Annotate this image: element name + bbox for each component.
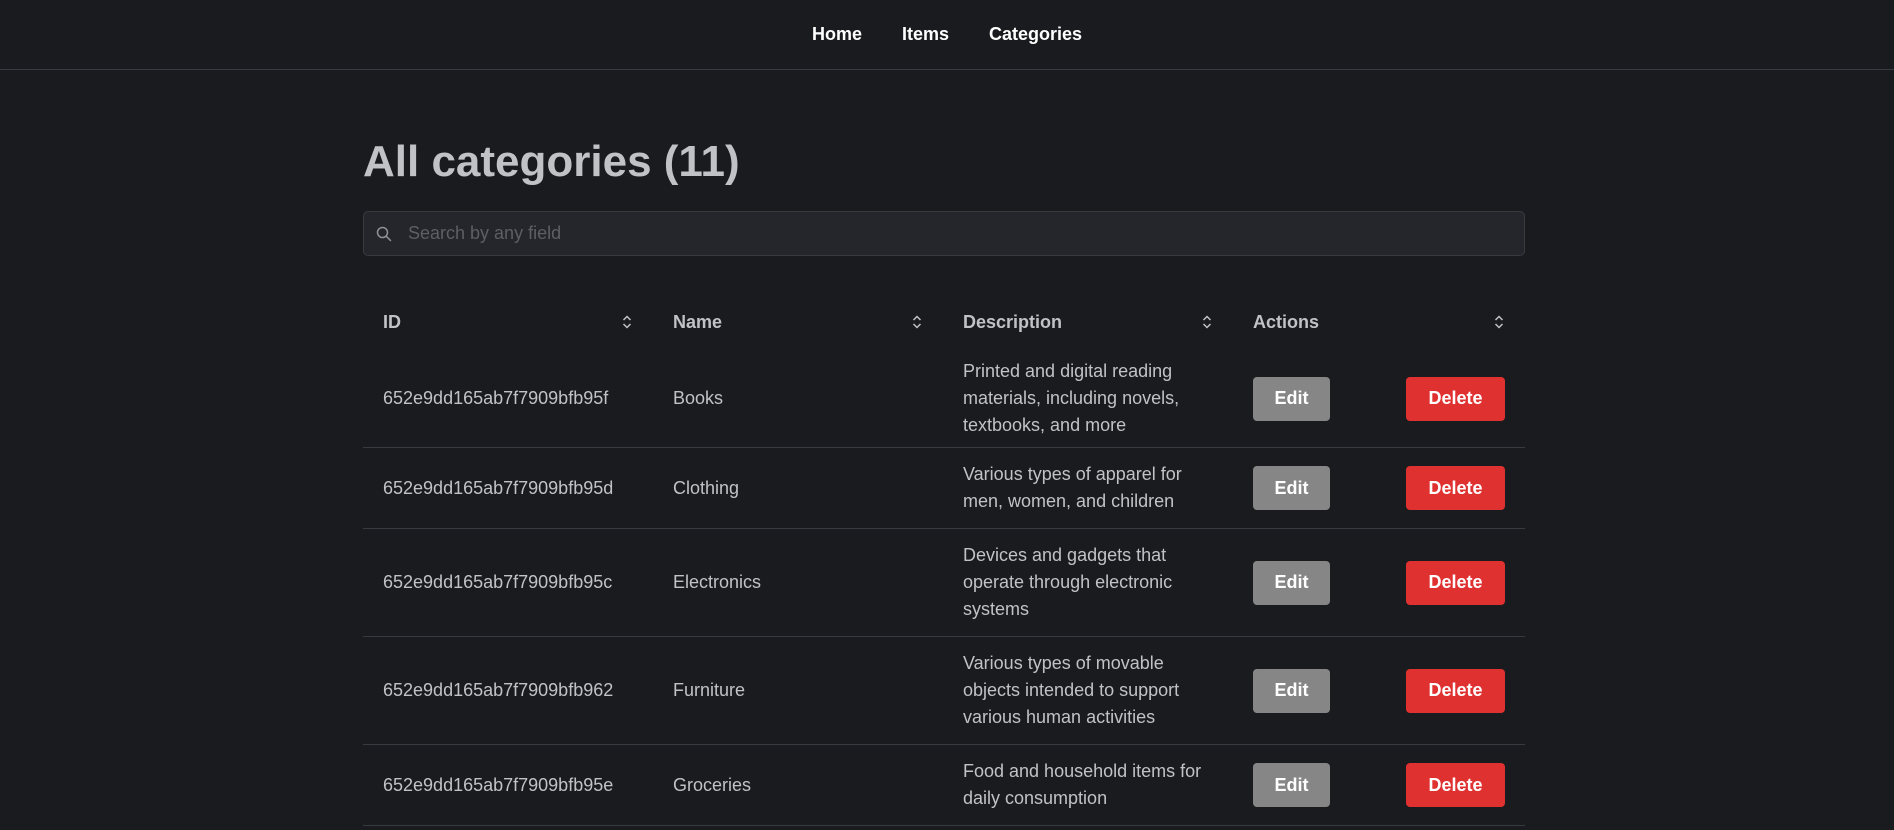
categories-table: ID Name Description Actions 652e9dd165ab… xyxy=(363,294,1525,826)
cell-name: Furniture xyxy=(653,636,943,745)
column-header-description[interactable]: Description xyxy=(943,294,1233,350)
main-nav: Home Items Categories xyxy=(812,24,1082,45)
cell-actions: Edit Delete xyxy=(1233,636,1525,745)
cell-description: Printed and digital reading materials, i… xyxy=(943,350,1233,448)
column-header-label: ID xyxy=(383,311,401,332)
top-navbar: Home Items Categories xyxy=(0,0,1894,70)
edit-button[interactable]: Edit xyxy=(1253,763,1330,807)
delete-button[interactable]: Delete xyxy=(1406,560,1505,605)
cell-name: Books xyxy=(653,350,943,448)
column-header-label: Actions xyxy=(1253,311,1320,332)
column-header-name[interactable]: Name xyxy=(653,294,943,350)
nav-link-home[interactable]: Home xyxy=(812,24,862,45)
table-row: 652e9dd165ab7f7909bfb95d Clothing Variou… xyxy=(363,447,1525,529)
delete-button[interactable]: Delete xyxy=(1406,668,1505,713)
cell-description: Devices and gadgets that operate through… xyxy=(943,528,1233,637)
cell-actions: Edit Delete xyxy=(1233,447,1525,529)
table-row: 652e9dd165ab7f7909bfb95f Books Printed a… xyxy=(363,350,1525,448)
cell-actions: Edit Delete xyxy=(1233,528,1525,637)
cell-description: Various types of movable objects intende… xyxy=(943,636,1233,745)
table-row: 652e9dd165ab7f7909bfb95c Electronics Dev… xyxy=(363,528,1525,637)
edit-button[interactable]: Edit xyxy=(1253,560,1330,605)
sort-icon[interactable] xyxy=(911,314,923,330)
cell-name: Electronics xyxy=(653,528,943,637)
table-row: 652e9dd165ab7f7909bfb95e Groceries Food … xyxy=(363,744,1525,826)
cell-name: Groceries xyxy=(653,744,943,826)
search-box xyxy=(363,211,1525,256)
nav-link-categories[interactable]: Categories xyxy=(989,24,1082,45)
cell-id: 652e9dd165ab7f7909bfb95e xyxy=(363,744,653,826)
cell-id: 652e9dd165ab7f7909bfb95d xyxy=(363,447,653,529)
column-header-actions[interactable]: Actions xyxy=(1233,294,1525,350)
column-header-id[interactable]: ID xyxy=(363,294,653,350)
edit-button[interactable]: Edit xyxy=(1253,668,1330,713)
delete-button[interactable]: Delete xyxy=(1406,763,1505,807)
edit-button[interactable]: Edit xyxy=(1253,376,1330,421)
table-row: 652e9dd165ab7f7909bfb962 Furniture Vario… xyxy=(363,636,1525,745)
main-content: All categories (11) ID xyxy=(363,70,1525,826)
cell-id: 652e9dd165ab7f7909bfb95f xyxy=(363,350,653,448)
sort-icon[interactable] xyxy=(1493,314,1505,330)
delete-button[interactable]: Delete xyxy=(1406,466,1505,510)
page-title: All categories (11) xyxy=(363,137,740,186)
cell-name: Clothing xyxy=(653,447,943,529)
search-icon xyxy=(376,224,396,244)
cell-id: 652e9dd165ab7f7909bfb962 xyxy=(363,636,653,745)
cell-description: Food and household items for daily consu… xyxy=(943,744,1233,826)
column-header-label: Name xyxy=(673,311,723,332)
table-header-row: ID Name Description Actions xyxy=(363,294,1525,350)
nav-link-items[interactable]: Items xyxy=(902,24,949,45)
sort-icon[interactable] xyxy=(1201,314,1213,330)
cell-description: Various types of apparel for men, women,… xyxy=(943,447,1233,529)
delete-button[interactable]: Delete xyxy=(1406,376,1505,421)
sort-icon[interactable] xyxy=(621,314,633,330)
search-input[interactable] xyxy=(406,211,1524,256)
cell-id: 652e9dd165ab7f7909bfb95c xyxy=(363,528,653,637)
cell-actions: Edit Delete xyxy=(1233,744,1525,826)
cell-actions: Edit Delete xyxy=(1233,350,1525,448)
edit-button[interactable]: Edit xyxy=(1253,466,1330,510)
column-header-label: Description xyxy=(963,311,1063,332)
